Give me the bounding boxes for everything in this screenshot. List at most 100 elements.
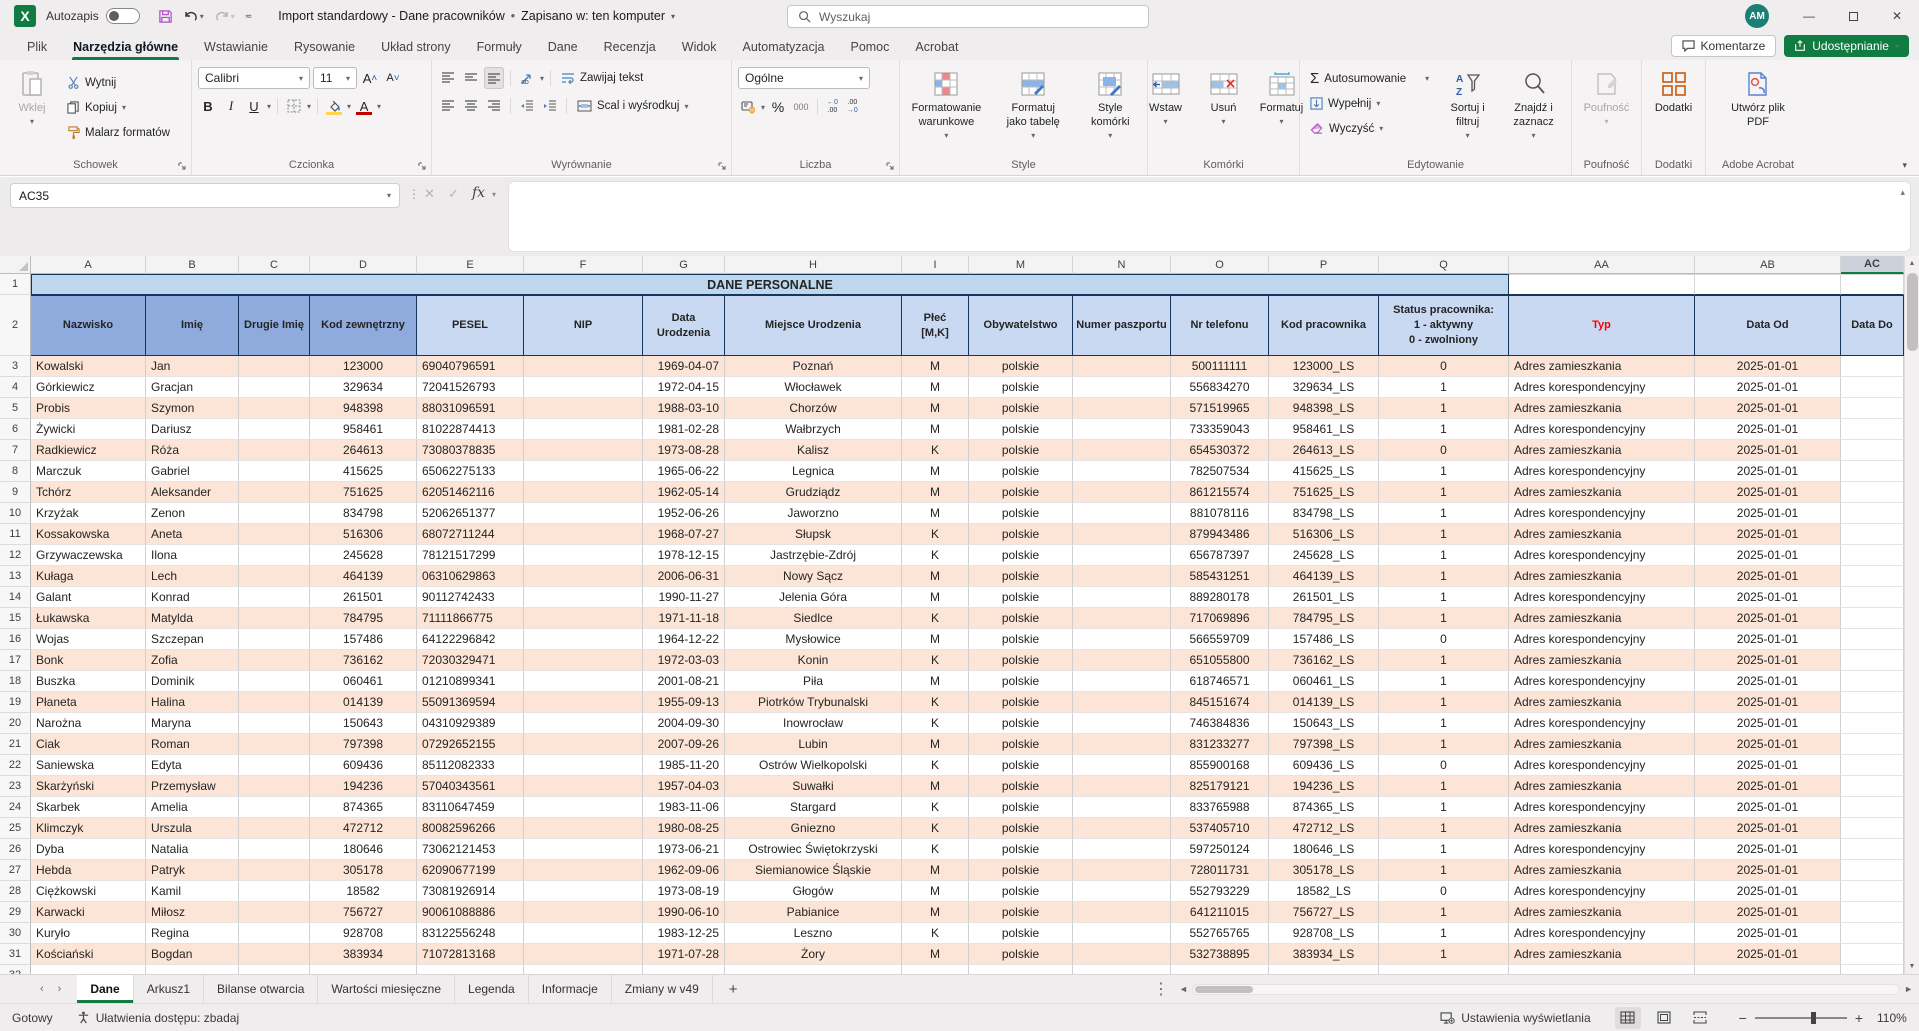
- cell[interactable]: Płaneta: [31, 692, 146, 713]
- cell[interactable]: [239, 881, 310, 902]
- cell[interactable]: 90112742433: [417, 587, 524, 608]
- row1-empty-cell[interactable]: [1695, 274, 1841, 295]
- cell[interactable]: [1695, 965, 1841, 974]
- cell[interactable]: Grudziądz: [725, 482, 902, 503]
- cell[interactable]: 1972-03-03: [643, 650, 725, 671]
- cell[interactable]: Krzyżak: [31, 503, 146, 524]
- cell[interactable]: [1841, 713, 1904, 734]
- cell[interactable]: Wojas: [31, 629, 146, 650]
- cell[interactable]: [1073, 755, 1171, 776]
- cell[interactable]: 552793229: [1171, 881, 1269, 902]
- cell[interactable]: 1: [1379, 608, 1509, 629]
- search-input[interactable]: Wyszukaj: [787, 5, 1149, 28]
- display-settings-button[interactable]: Ustawienia wyświetlania: [1428, 1004, 1602, 1031]
- formula-input[interactable]: [508, 181, 1911, 252]
- cell[interactable]: 2025-01-01: [1695, 671, 1841, 692]
- cell[interactable]: Gniezno: [725, 818, 902, 839]
- ribbon-tab-wstawianie[interactable]: Wstawianie: [191, 35, 281, 60]
- cell[interactable]: Jan: [146, 356, 239, 377]
- cell[interactable]: 73080378835: [417, 440, 524, 461]
- cell[interactable]: 2025-01-01: [1695, 839, 1841, 860]
- cell[interactable]: [239, 944, 310, 965]
- cell[interactable]: Amelia: [146, 797, 239, 818]
- cell[interactable]: [1073, 944, 1171, 965]
- add-sheet-button[interactable]: +: [713, 975, 754, 1003]
- cell[interactable]: polskie: [969, 839, 1073, 860]
- cell[interactable]: Adres korespondencyjny: [1509, 419, 1695, 440]
- cell[interactable]: Adres zamieszkania: [1509, 524, 1695, 545]
- cell[interactable]: [239, 755, 310, 776]
- cell[interactable]: 81022874413: [417, 419, 524, 440]
- cell[interactable]: 2025-01-01: [1695, 356, 1841, 377]
- cell[interactable]: 2025-01-01: [1695, 419, 1841, 440]
- cell[interactable]: Legnica: [725, 461, 902, 482]
- cell[interactable]: Adres zamieszkania: [1509, 566, 1695, 587]
- cell[interactable]: Ciak: [31, 734, 146, 755]
- cell[interactable]: 18582_LS: [1269, 881, 1379, 902]
- cell[interactable]: 556834270: [1171, 377, 1269, 398]
- field-header-cell[interactable]: Status pracownika: 1 - aktywny 0 - zwoln…: [1379, 295, 1509, 356]
- cell[interactable]: [1073, 545, 1171, 566]
- cell[interactable]: 2025-01-01: [1695, 440, 1841, 461]
- cell[interactable]: [524, 524, 643, 545]
- cell[interactable]: M: [902, 860, 969, 881]
- cell[interactable]: polskie: [969, 482, 1073, 503]
- cell[interactable]: Pabianice: [725, 902, 902, 923]
- cell[interactable]: [1841, 356, 1904, 377]
- cell[interactable]: [239, 524, 310, 545]
- cell[interactable]: 566559709: [1171, 629, 1269, 650]
- cell[interactable]: 1957-04-03: [643, 776, 725, 797]
- cell[interactable]: Adres zamieszkania: [1509, 692, 1695, 713]
- cell[interactable]: 1: [1379, 860, 1509, 881]
- cell[interactable]: 746384836: [1171, 713, 1269, 734]
- field-header-cell[interactable]: Drugie Imię: [239, 295, 310, 356]
- bold-button[interactable]: B: [198, 95, 218, 117]
- cell[interactable]: 157486: [310, 629, 417, 650]
- cell[interactable]: K: [902, 923, 969, 944]
- cell[interactable]: 261501: [310, 587, 417, 608]
- cell[interactable]: Adres korespondencyjny: [1509, 461, 1695, 482]
- cell[interactable]: 756727: [310, 902, 417, 923]
- cell[interactable]: [310, 965, 417, 974]
- cell[interactable]: 1962-09-06: [643, 860, 725, 881]
- row-header-15[interactable]: 15: [0, 608, 31, 629]
- cell[interactable]: 834798: [310, 503, 417, 524]
- column-header-AC[interactable]: AC: [1841, 256, 1904, 274]
- cell[interactable]: Adres zamieszkania: [1509, 608, 1695, 629]
- cell[interactable]: [524, 755, 643, 776]
- sheet-tab-zmiany-w-v49[interactable]: Zmiany w v49: [612, 975, 713, 1003]
- cell[interactable]: 68072711244: [417, 524, 524, 545]
- merge-center-button[interactable]: Scal i wyśrodkuj ▾: [573, 95, 692, 118]
- cell[interactable]: Kamil: [146, 881, 239, 902]
- prev-sheet-icon[interactable]: ‹: [40, 983, 44, 995]
- cell[interactable]: 264613_LS: [1269, 440, 1379, 461]
- cell[interactable]: 1: [1379, 587, 1509, 608]
- delete-cells-button[interactable]: Usuń ▾: [1198, 65, 1250, 155]
- cell[interactable]: 62051462116: [417, 482, 524, 503]
- cell[interactable]: 736162: [310, 650, 417, 671]
- cell[interactable]: [1073, 734, 1171, 755]
- cell[interactable]: 881078116: [1171, 503, 1269, 524]
- cell[interactable]: Adres korespondencyjny: [1509, 923, 1695, 944]
- cell[interactable]: Słupsk: [725, 524, 902, 545]
- cell[interactable]: [1841, 650, 1904, 671]
- cell[interactable]: Buszka: [31, 671, 146, 692]
- cell[interactable]: polskie: [969, 377, 1073, 398]
- row-header-25[interactable]: 25: [0, 818, 31, 839]
- cell[interactable]: 784795_LS: [1269, 608, 1379, 629]
- cell[interactable]: [1841, 965, 1904, 974]
- cell[interactable]: Gabriel: [146, 461, 239, 482]
- cell[interactable]: Halina: [146, 692, 239, 713]
- document-title[interactable]: Import standardowy - Dane pracowników • …: [278, 9, 675, 23]
- cell[interactable]: [1841, 608, 1904, 629]
- cell[interactable]: 1: [1379, 839, 1509, 860]
- cell[interactable]: 1: [1379, 461, 1509, 482]
- cell[interactable]: [1073, 482, 1171, 503]
- cell[interactable]: [524, 377, 643, 398]
- cell[interactable]: [524, 566, 643, 587]
- cell[interactable]: Adres korespondencyjny: [1509, 587, 1695, 608]
- cell[interactable]: K: [902, 545, 969, 566]
- cell[interactable]: [239, 503, 310, 524]
- cell[interactable]: Mysłowice: [725, 629, 902, 650]
- cell[interactable]: 1973-08-28: [643, 440, 725, 461]
